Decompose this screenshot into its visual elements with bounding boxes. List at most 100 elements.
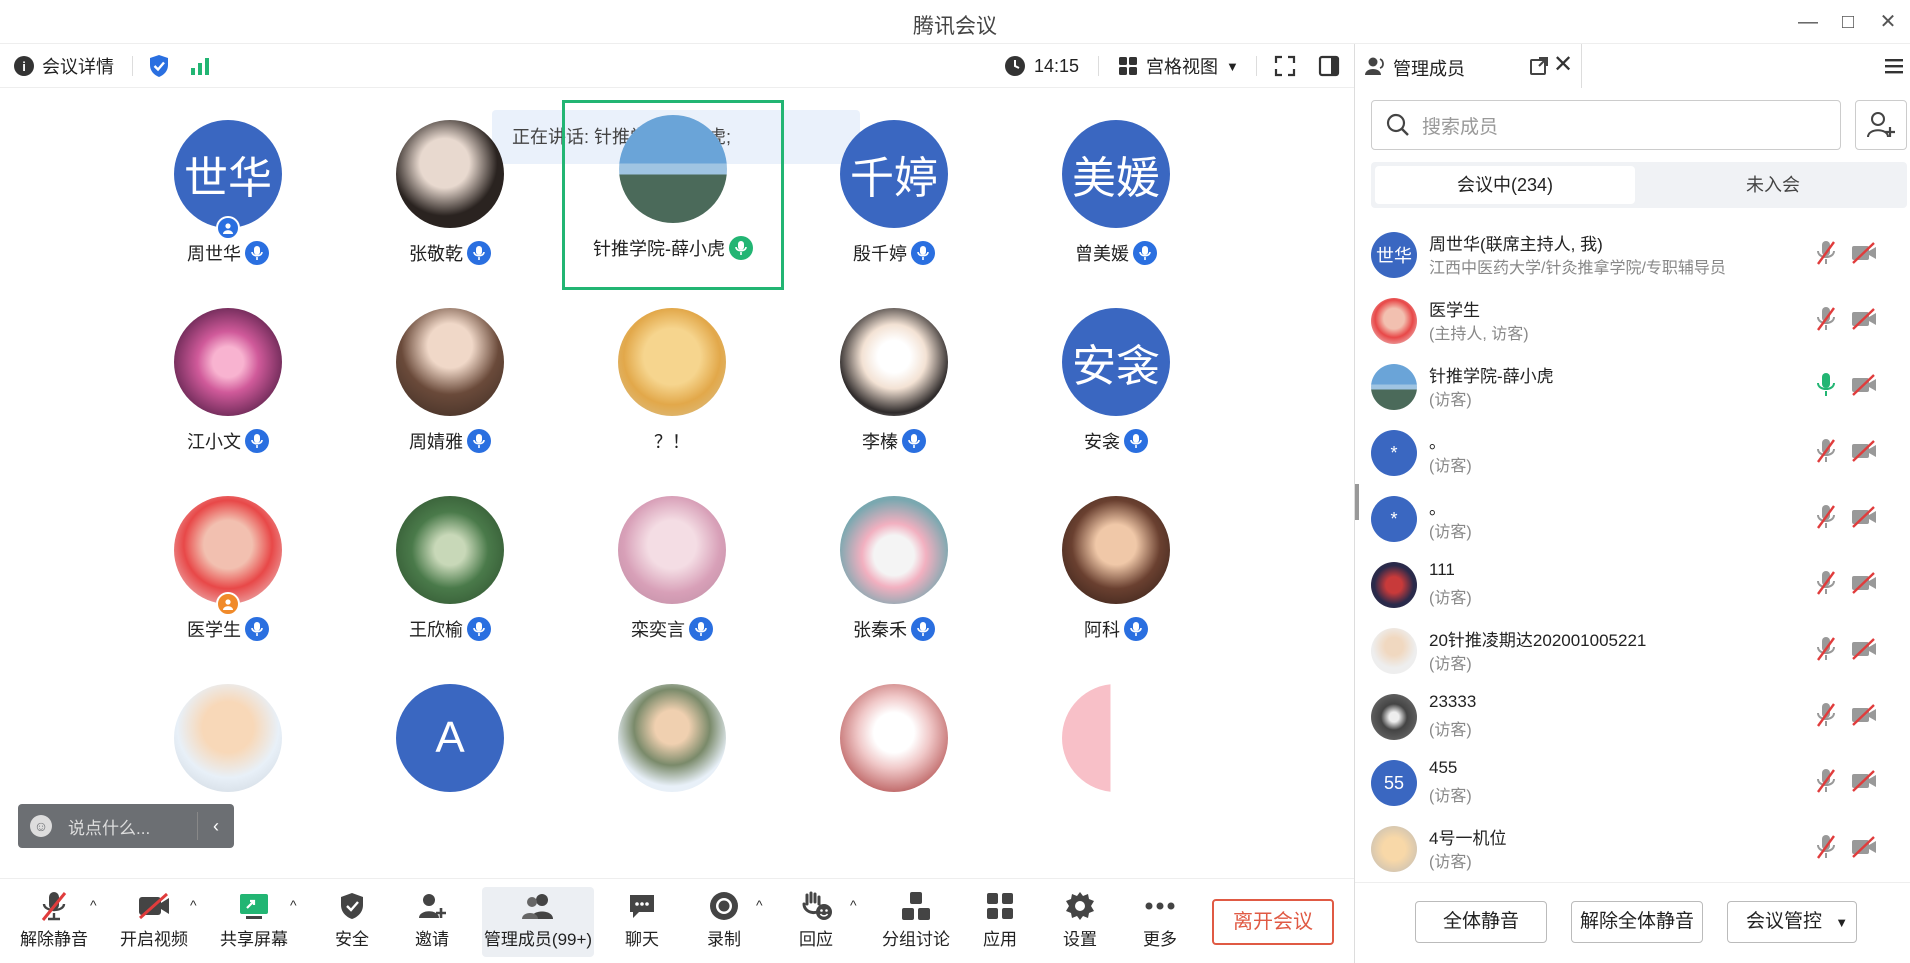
camera-off-icon[interactable] bbox=[1851, 770, 1877, 797]
participant-tile[interactable]: 栾奕言 bbox=[572, 486, 772, 656]
member-row[interactable]: 针推学院-薛小虎 (访客) bbox=[1355, 356, 1910, 422]
participant-tile[interactable]: 世华 周世华 bbox=[128, 110, 328, 280]
tab-not-joined[interactable]: 未入会 bbox=[1643, 166, 1903, 204]
member-name: 4号一机位 bbox=[1429, 829, 1507, 848]
info-icon: i bbox=[14, 56, 34, 76]
react-button[interactable]: 回应 bbox=[784, 887, 848, 957]
mic-muted-icon[interactable] bbox=[1815, 306, 1837, 337]
member-search-input[interactable]: 搜索成员 bbox=[1371, 100, 1841, 150]
camera-off-icon[interactable] bbox=[1851, 638, 1877, 665]
add-member-button[interactable] bbox=[1855, 100, 1907, 150]
start-video-button[interactable]: 开启视频 bbox=[114, 887, 194, 957]
participant-tile[interactable]: 美媛 曾美媛 bbox=[1016, 110, 1216, 280]
tab-in-meeting[interactable]: 会议中(234) bbox=[1375, 166, 1635, 204]
close-panel-icon[interactable]: ✕ bbox=[1553, 50, 1573, 79]
sidebar-toggle-button[interactable] bbox=[1318, 44, 1340, 88]
member-row[interactable]: 111 (访客) bbox=[1355, 554, 1910, 620]
camera-off-icon[interactable] bbox=[1851, 506, 1877, 533]
settings-button[interactable]: 设置 bbox=[1048, 887, 1112, 957]
member-row[interactable]: * 。 (访客) bbox=[1355, 422, 1910, 488]
meeting-control-dropdown[interactable]: 会议管控 ▼ bbox=[1727, 901, 1857, 943]
member-row[interactable]: 医学生 (主持人, 访客) bbox=[1355, 290, 1910, 356]
camera-off-icon[interactable] bbox=[1851, 440, 1877, 467]
mic-muted-icon[interactable] bbox=[1815, 834, 1837, 865]
participant-tile[interactable]: 阿科 bbox=[1016, 486, 1216, 656]
participant-tile[interactable]: A bbox=[350, 674, 550, 844]
participant-tile[interactable]: 周婧雅 bbox=[350, 298, 550, 468]
participant-tile[interactable] bbox=[794, 674, 994, 844]
invite-button[interactable]: 邀请 bbox=[400, 887, 464, 957]
meeting-details-button[interactable]: i 会议详情 bbox=[14, 44, 114, 88]
minimize-button[interactable]: — bbox=[1790, 8, 1826, 36]
fullscreen-button[interactable] bbox=[1274, 44, 1296, 88]
participant-tile[interactable]: 张秦禾 bbox=[794, 486, 994, 656]
resize-handle[interactable] bbox=[1355, 484, 1359, 520]
react-options-caret-icon[interactable]: ^ bbox=[850, 897, 857, 913]
audio-options-caret-icon[interactable]: ^ bbox=[90, 897, 97, 913]
grid-view-dropdown[interactable]: 宫格视图 ▼ bbox=[1118, 44, 1239, 88]
member-row[interactable]: 4号一机位 (访客) bbox=[1355, 818, 1910, 884]
participant-tile[interactable]: 医学生 bbox=[128, 486, 328, 656]
participant-tile[interactable]: 张敬乾 bbox=[350, 110, 550, 280]
participant-tile[interactable]: 安衾 安衾 bbox=[1016, 298, 1216, 468]
camera-off-icon[interactable] bbox=[1851, 374, 1877, 401]
camera-off-icon[interactable] bbox=[1851, 704, 1877, 731]
video-options-caret-icon[interactable]: ^ bbox=[190, 897, 197, 913]
camera-off-icon[interactable] bbox=[1851, 836, 1877, 863]
share-screen-button[interactable]: 共享屏幕 bbox=[214, 887, 294, 957]
mute-all-button[interactable]: 全体静音 bbox=[1415, 901, 1547, 943]
close-window-button[interactable]: ✕ bbox=[1870, 8, 1906, 36]
mic-icon bbox=[1133, 241, 1157, 265]
participant-tile[interactable]: 针推学院-薛小虎 bbox=[562, 100, 784, 290]
camera-off-icon[interactable] bbox=[1851, 572, 1877, 599]
participant-tile[interactable] bbox=[572, 674, 772, 844]
emoji-icon[interactable]: ☺ bbox=[30, 815, 52, 837]
participant-name-row: 张敬乾 bbox=[350, 240, 550, 266]
security-button[interactable]: 安全 bbox=[320, 887, 384, 957]
camera-off-icon[interactable] bbox=[1851, 308, 1877, 335]
breakout-icon bbox=[902, 892, 930, 920]
mic-on-icon[interactable] bbox=[1815, 372, 1837, 403]
participant-tile[interactable]: 李榛 bbox=[794, 298, 994, 468]
leave-meeting-button[interactable]: 离开会议 bbox=[1212, 899, 1334, 945]
collapse-chevron-icon[interactable]: ‹ bbox=[198, 816, 234, 837]
participant-tile[interactable] bbox=[1016, 674, 1216, 844]
mic-muted-icon[interactable] bbox=[1815, 702, 1837, 733]
record-button[interactable]: 录制 bbox=[692, 887, 756, 957]
member-row[interactable]: 世华 周世华(联席主持人, 我) 江西中医药大学/针灸推拿学院/专职辅导员 bbox=[1355, 224, 1910, 290]
participant-tile[interactable]: 千婷 殷千婷 bbox=[794, 110, 994, 280]
breakout-rooms-button[interactable]: 分组讨论 bbox=[876, 887, 956, 957]
participant-tile[interactable]: 王欣榆 bbox=[350, 486, 550, 656]
mic-muted-icon[interactable] bbox=[1815, 768, 1837, 799]
chat-button[interactable]: 聊天 bbox=[610, 887, 674, 957]
manage-members-button[interactable]: 管理成员(99+) bbox=[482, 887, 594, 957]
record-options-caret-icon[interactable]: ^ bbox=[756, 897, 763, 913]
member-row[interactable]: 23333 (访客) bbox=[1355, 686, 1910, 752]
popout-icon[interactable] bbox=[1529, 56, 1549, 76]
mic-muted-icon[interactable] bbox=[1815, 570, 1837, 601]
unmute-label: 解除静音 bbox=[20, 930, 88, 949]
member-row[interactable]: 20针推凌期达202001005221 (访客) bbox=[1355, 620, 1910, 686]
mic-muted-icon[interactable] bbox=[1815, 504, 1837, 535]
mic-muted-icon[interactable] bbox=[1815, 240, 1837, 271]
maximize-button[interactable]: □ bbox=[1830, 8, 1866, 36]
mic-muted-icon[interactable] bbox=[1815, 438, 1837, 469]
participant-name: 阿科 bbox=[1084, 620, 1120, 640]
participant-tile[interactable]: ？！ bbox=[572, 298, 772, 468]
unmute-all-button[interactable]: 解除全体静音 bbox=[1571, 901, 1703, 943]
quick-chat-bar[interactable]: ☺ 说点什么... ‹ bbox=[18, 804, 234, 848]
mic-muted-icon[interactable] bbox=[1815, 636, 1837, 667]
unmute-button[interactable]: 解除静音 bbox=[14, 887, 94, 957]
participant-tile[interactable]: 江小文 bbox=[128, 298, 328, 468]
more-button[interactable]: 更多 bbox=[1128, 887, 1192, 957]
member-row[interactable]: * 。 (访客) bbox=[1355, 488, 1910, 554]
network-signal-button[interactable] bbox=[190, 44, 212, 88]
share-options-caret-icon[interactable]: ^ bbox=[290, 897, 297, 913]
security-shield-button[interactable] bbox=[148, 44, 170, 88]
apps-button[interactable]: 应用 bbox=[968, 887, 1032, 957]
menu-icon[interactable] bbox=[1885, 57, 1903, 75]
chat-input-placeholder[interactable]: 说点什么... bbox=[68, 814, 197, 839]
camera-off-icon[interactable] bbox=[1851, 242, 1877, 269]
member-row[interactable]: 55 455 (访客) bbox=[1355, 752, 1910, 818]
member-name: 针推学院-薛小虎 bbox=[1429, 367, 1554, 386]
